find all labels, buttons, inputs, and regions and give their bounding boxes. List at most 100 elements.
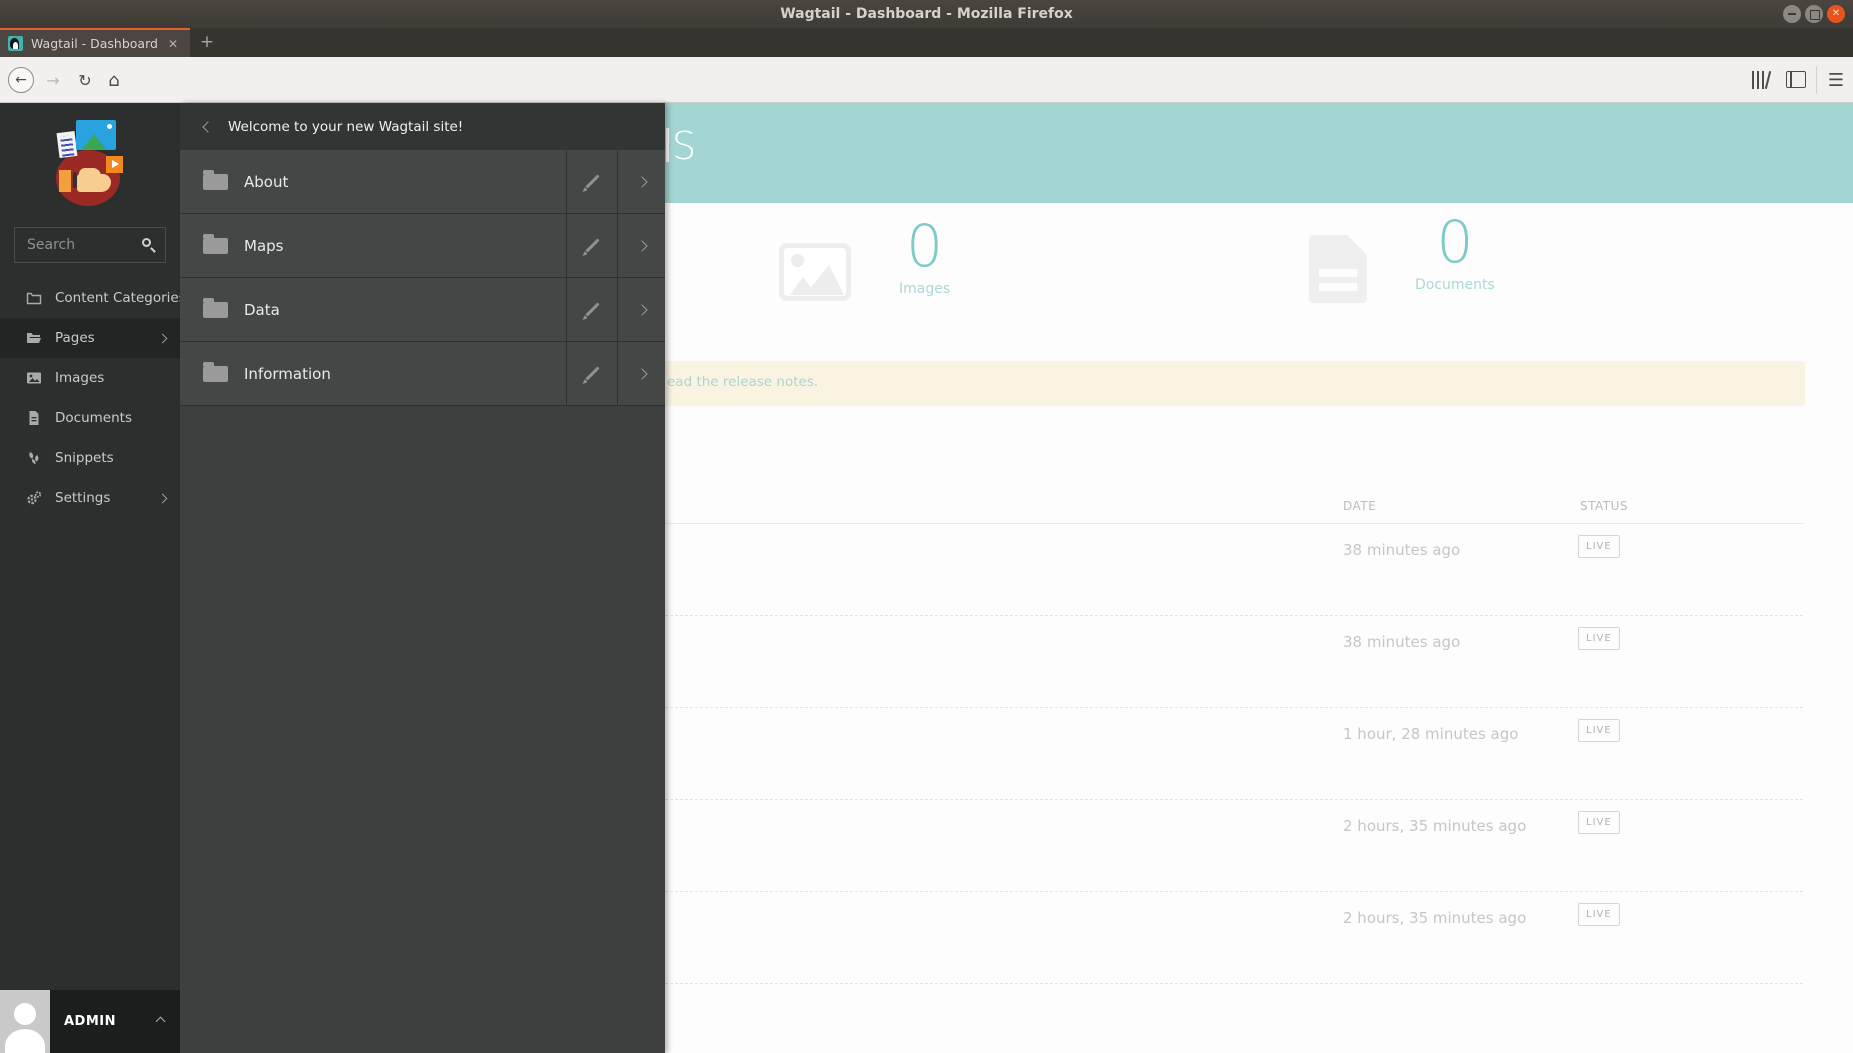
clipped-letter	[666, 128, 669, 162]
folder-icon	[203, 169, 228, 190]
chevron-left-icon	[202, 120, 214, 133]
sidebar-item-content-categories[interactable]: Content Categories	[0, 278, 186, 318]
minimize-button[interactable]	[1783, 5, 1801, 23]
browser-tab[interactable]: Wagtail - Dashboard ✕	[0, 28, 190, 57]
sidebar-item-images[interactable]: Images	[0, 358, 180, 398]
sidebar-toggle-icon[interactable]	[1786, 71, 1806, 88]
snippets-icon	[29, 452, 39, 464]
explorer-item-data[interactable]: Data	[180, 278, 665, 342]
forward-button[interactable]: →	[40, 57, 66, 103]
chevron-right-icon	[635, 239, 648, 252]
tab-title: Wagtail - Dashboard	[31, 36, 158, 51]
library-icon[interactable]	[1750, 71, 1772, 89]
table-row[interactable]: 2 hours, 35 minutes ago LIVE	[665, 800, 1803, 892]
sidebar-item-snippets[interactable]: Snippets	[0, 438, 180, 478]
chevron-right-icon	[635, 303, 648, 316]
table-row[interactable]: 38 minutes ago LIVE	[665, 524, 1803, 616]
expand-page-button[interactable]	[617, 214, 665, 277]
gear-icon	[27, 491, 42, 505]
edit-page-button[interactable]	[566, 342, 617, 405]
column-header-status: STATUS	[1580, 499, 1629, 513]
images-label: Images	[899, 280, 951, 297]
maximize-button[interactable]	[1805, 5, 1823, 23]
images-stat[interactable]: 0 Images	[779, 212, 951, 301]
browser-toolbar: ← → ↻ ⌂ ⓘ localhost :8000/apps/cartoview…	[0, 57, 1853, 152]
status-badge: LIVE	[1578, 535, 1620, 558]
avatar	[0, 990, 50, 1053]
pages-explorer-flyout: Welcome to your new Wagtail site! About …	[180, 103, 665, 1053]
folder-icon	[203, 233, 228, 254]
window-title: Wagtail - Dashboard - Mozilla Firefox	[780, 6, 1073, 22]
close-window-button[interactable]: ✕	[1827, 5, 1845, 23]
explorer-item-about[interactable]: About	[180, 150, 665, 214]
sidebar-search	[14, 227, 166, 263]
admin-sidebar: Content Categories Pages Images Document…	[0, 103, 186, 1053]
sidebar-item-pages[interactable]: Pages	[0, 318, 180, 358]
cartoview-logo	[53, 120, 125, 208]
toolbar-divider	[1816, 66, 1817, 94]
status-badge: LIVE	[1578, 903, 1620, 926]
table-row[interactable]: 1 hour, 28 minutes ago LIVE	[665, 708, 1803, 800]
page-heading-partial: S	[666, 124, 696, 168]
image-stat-icon	[779, 243, 851, 301]
account-menu[interactable]: ADMIN	[0, 990, 180, 1053]
release-notes-banner: ead the release notes.	[625, 361, 1805, 406]
documents-stat[interactable]: 0 Documents	[1309, 208, 1495, 303]
chevron-right-icon	[157, 493, 168, 503]
table-row[interactable]: 38 minutes ago LIVE	[665, 616, 1803, 708]
back-icon: ←	[8, 67, 34, 93]
open-folder-icon	[27, 333, 41, 343]
status-badge: LIVE	[1578, 811, 1620, 834]
explorer-item-information[interactable]: Information	[180, 342, 665, 406]
reload-button[interactable]: ↻	[72, 57, 98, 103]
hamburger-menu-icon[interactable]: ☰	[1822, 57, 1850, 103]
tab-bar: Wagtail - Dashboard ✕ +	[0, 28, 1853, 57]
chevron-up-icon	[155, 1016, 166, 1027]
pencil-icon	[584, 238, 600, 253]
status-badge: LIVE	[1578, 719, 1620, 742]
document-stat-icon	[1309, 235, 1367, 303]
edit-page-button[interactable]	[566, 214, 617, 277]
sidebar-item-documents[interactable]: Documents	[0, 398, 180, 438]
images-count: 0	[906, 212, 944, 280]
search-icon	[142, 238, 151, 247]
explorer-item-maps[interactable]: Maps	[180, 214, 665, 278]
release-notes-link[interactable]: ead the release notes.	[667, 374, 818, 390]
expand-page-button[interactable]	[617, 278, 665, 341]
chevron-right-icon	[635, 175, 648, 188]
close-tab-icon[interactable]: ✕	[164, 35, 182, 53]
expand-page-button[interactable]	[617, 150, 665, 213]
column-header-date: DATE	[1343, 499, 1377, 513]
status-badge: LIVE	[1578, 627, 1620, 650]
explorer-header[interactable]: Welcome to your new Wagtail site!	[180, 103, 665, 150]
chevron-right-icon	[635, 367, 648, 380]
dashboard-content: S 0 Images 0 Documents ead the release n…	[625, 103, 1853, 1053]
pencil-icon	[584, 174, 600, 189]
table-body: 38 minutes ago LIVE 38 minutes ago LIVE …	[665, 523, 1803, 984]
window-controls: ✕	[1783, 5, 1845, 23]
image-icon	[27, 372, 41, 384]
dashboard-header: S	[665, 103, 1853, 203]
table-row[interactable]: 2 hours, 35 minutes ago LIVE	[665, 892, 1803, 984]
expand-page-button[interactable]	[617, 342, 665, 405]
documents-count: 0	[1436, 208, 1474, 276]
folder-icon	[203, 297, 228, 318]
account-label: ADMIN	[64, 1014, 117, 1029]
pencil-icon	[584, 302, 600, 317]
edit-page-button[interactable]	[566, 150, 617, 213]
documents-label: Documents	[1415, 276, 1495, 293]
window-titlebar: Wagtail - Dashboard - Mozilla Firefox ✕	[0, 0, 1853, 28]
new-tab-button[interactable]: +	[192, 30, 222, 57]
home-button[interactable]: ⌂	[100, 57, 128, 103]
chevron-right-icon	[157, 333, 168, 343]
explorer-title: Welcome to your new Wagtail site!	[228, 118, 464, 135]
sidebar-item-settings[interactable]: Settings	[0, 478, 180, 518]
folder-outline-icon	[26, 292, 42, 305]
back-button[interactable]: ←	[4, 57, 38, 103]
folder-icon	[203, 361, 228, 382]
wagtail-favicon-icon	[8, 36, 23, 51]
document-icon	[29, 411, 39, 425]
pencil-icon	[584, 366, 600, 381]
sidebar-menu: Content Categories Pages Images Document…	[0, 278, 186, 518]
edit-page-button[interactable]	[566, 278, 617, 341]
